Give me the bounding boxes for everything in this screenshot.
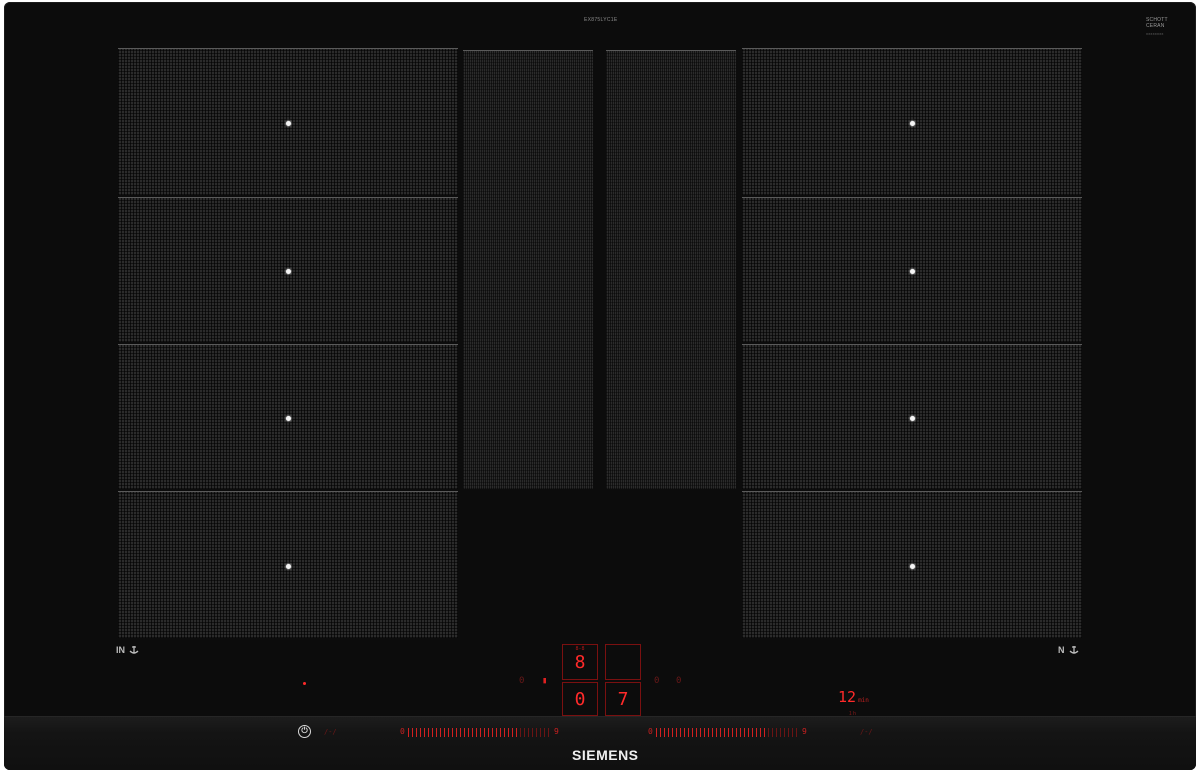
right-slider-start: 0 [648,727,653,736]
right-slider-end: 9 [802,727,807,736]
right-side-mark: N [1058,645,1080,655]
left-slider-start: 0 [400,727,405,736]
left-aux-control[interactable]: /-/ [324,728,337,736]
pan-anchor-icon [1069,646,1078,654]
zone-center-marker [286,416,291,421]
touch-control-strip: ⏻ /-/ 0 9 SIEMENS 0 9 /-/ [4,682,1196,770]
timer-display[interactable]: 12 min [838,690,869,705]
tertiary-digit: 7 [617,688,629,710]
cooktop-glass-panel: EX875LYC1E SCHOTT CERAN XXXXXXXX IN N 8-… [4,2,1196,770]
power-level-digit: 8 [574,651,586,673]
cooking-zone-left-4[interactable] [118,491,458,638]
tertiary-digit-display[interactable]: 7 [605,682,641,716]
cooking-zone-right-1[interactable] [742,48,1082,195]
center-zone-left[interactable] [463,50,593,489]
cooking-zone-left-1[interactable] [118,48,458,195]
glass-brand-line2: CERAN [1146,23,1165,29]
power-level-display-top: 8-8 [575,646,585,652]
right-power-slider-inactive[interactable] [768,728,798,737]
left-zone-button[interactable]: 0 [519,676,524,686]
zone-center-marker [910,416,915,421]
right-zone-led: 0 [654,676,660,686]
zone-center-marker [286,121,291,126]
pan-anchor-icon [129,646,139,654]
right-aux-control[interactable]: /-/ [860,728,873,736]
power-indicator-led [303,682,306,685]
glass-code: XXXXXXXX [1146,32,1164,36]
left-power-slider-inactive[interactable] [520,728,550,737]
power-button[interactable]: ⏻ [298,725,311,738]
cooking-zone-right-4[interactable] [742,491,1082,638]
left-power-slider[interactable] [408,728,520,737]
glass-brand-mark: SCHOTT CERAN XXXXXXXX [1146,17,1180,37]
left-zone-led: ▮ [542,676,548,686]
cooking-zone-right-2[interactable] [742,197,1082,342]
zone-center-marker [910,564,915,569]
zone-center-marker [286,269,291,274]
timer-value: 12 [838,688,857,706]
zone-center-marker [910,121,915,126]
cooking-zone-right-3[interactable] [742,344,1082,489]
left-side-mark: IN [116,645,140,655]
siemens-logo: SIEMENS [572,747,639,763]
timer-unit: min [858,697,869,704]
zone-center-marker [286,564,291,569]
zone-select-display[interactable] [605,644,641,680]
secondary-digit: 0 [574,688,586,710]
center-zone-right[interactable] [606,50,736,489]
left-slider-end: 9 [554,727,559,736]
power-icon: ⏻ [301,726,308,735]
power-level-display[interactable]: 8-8 8 [562,644,598,680]
cooking-zone-left-3[interactable] [118,344,458,489]
right-power-slider[interactable] [656,728,768,737]
model-code-label: EX875LYC1E [584,17,618,23]
right-zone-button[interactable]: 0 [676,676,681,686]
zone-center-marker [910,269,915,274]
secondary-digit-display[interactable]: 0 [562,682,598,716]
cooking-zone-left-2[interactable] [118,197,458,342]
right-side-label: N [1058,645,1065,655]
left-side-label: IN [116,645,125,655]
